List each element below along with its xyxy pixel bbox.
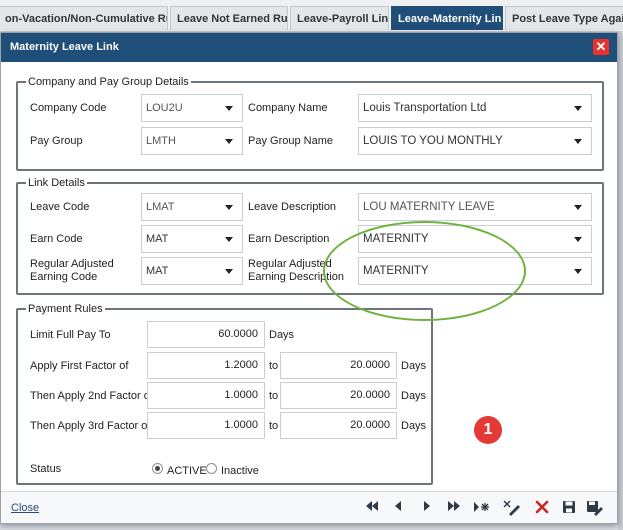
- pay-group-name-select[interactable]: LOUIS TO YOU MONTHLY: [358, 127, 592, 155]
- company-name-value: Louis Transportation Ltd: [363, 102, 487, 114]
- third-days-label: Days: [401, 420, 427, 432]
- background-panel-edge: [618, 32, 623, 530]
- status-label: Status: [30, 463, 62, 475]
- first-days-label: Days: [401, 360, 427, 372]
- earn-code-label: Earn Code: [30, 233, 83, 245]
- pay-group-select[interactable]: LMTH: [141, 127, 243, 155]
- leave-description-select[interactable]: LOU MATERNITY LEAVE: [358, 193, 592, 221]
- earn-description-label: Earn Description: [248, 233, 330, 245]
- annotation-badge: 1: [474, 416, 502, 444]
- pay-group-name-value: LOUIS TO YOU MONTHLY: [363, 135, 503, 147]
- save-edit-icon[interactable]: [585, 498, 605, 518]
- third-factor-days-input[interactable]: 20.0000: [280, 412, 397, 439]
- second-days-label: Days: [401, 390, 427, 402]
- status-inactive-radio[interactable]: [206, 463, 217, 474]
- leave-code-label: Leave Code: [30, 201, 90, 213]
- pay-group-name-label: Pay Group Name: [248, 135, 333, 147]
- limit-days-label: Days: [269, 329, 295, 341]
- company-pay-group-legend: Company and Pay Group Details: [28, 76, 189, 88]
- close-link[interactable]: Close: [11, 502, 39, 514]
- regular-adjusted-earning-code-label-line1: Regular Adjusted: [30, 258, 114, 270]
- delete-icon[interactable]: [532, 498, 552, 518]
- company-name-label: Company Name: [248, 102, 328, 114]
- regular-adjusted-earning-description-label: Regular Adjusted Earning Description: [248, 258, 344, 284]
- second-factor-days-input[interactable]: 20.0000: [280, 382, 397, 409]
- third-to-label: to: [269, 420, 279, 432]
- regular-adjusted-earning-description-label-line1: Regular Adjusted: [248, 258, 332, 270]
- clear-edit-icon[interactable]: [502, 498, 522, 518]
- tab-leave-maternity-links[interactable]: Leave-Maternity Links: [391, 6, 503, 30]
- leave-code-value: LMAT: [146, 201, 175, 213]
- link-details-legend: Link Details: [28, 177, 85, 189]
- first-factor-days-input[interactable]: 20.0000: [280, 352, 397, 379]
- save-icon[interactable]: [559, 498, 579, 518]
- chevron-down-icon: [574, 205, 582, 210]
- tab-non-vacation-rules[interactable]: on-Vacation/Non-Cumulative Rules: [0, 6, 168, 30]
- dialog-title: Maternity Leave Link: [10, 41, 119, 53]
- next-record-icon[interactable]: [417, 498, 437, 518]
- pay-group-value: LMTH: [146, 135, 176, 147]
- limit-full-pay-input[interactable]: 60.0000: [147, 321, 265, 348]
- tab-post-leave-type[interactable]: Post Leave Type Against: [505, 6, 623, 30]
- status-inactive-label[interactable]: Inactive: [221, 465, 259, 478]
- earn-description-value: MATERNITY: [363, 233, 429, 245]
- company-name-select[interactable]: Louis Transportation Ltd: [358, 94, 592, 122]
- company-code-label: Company Code: [30, 102, 107, 114]
- first-factor-label: Apply First Factor of: [30, 360, 129, 372]
- chevron-down-icon: [574, 106, 582, 111]
- leave-description-label: Leave Description: [248, 201, 337, 213]
- earn-code-select[interactable]: MAT: [141, 225, 243, 253]
- chevron-down-icon: [225, 139, 233, 144]
- chevron-down-icon: [574, 237, 582, 242]
- chevron-down-icon: [574, 269, 582, 274]
- regular-adjusted-earning-code-label-line2: Earning Code: [30, 271, 98, 283]
- pay-group-label: Pay Group: [30, 135, 83, 147]
- regular-adjusted-earning-code-select[interactable]: MAT: [141, 257, 243, 285]
- chevron-down-icon: [225, 269, 233, 274]
- tab-leave-payroll-links[interactable]: Leave-Payroll Links: [290, 6, 389, 30]
- previous-record-icon[interactable]: [388, 498, 408, 518]
- dialog-header: Maternity Leave Link ✕: [1, 33, 617, 62]
- tab-leave-not-earned-rules[interactable]: Leave Not Earned Rules: [170, 6, 288, 30]
- chevron-down-icon: [574, 139, 582, 144]
- maternity-leave-link-dialog: Maternity Leave Link ✕ Company and Pay G…: [0, 32, 618, 524]
- leave-code-select[interactable]: LMAT: [141, 193, 243, 221]
- earn-code-value: MAT: [146, 233, 169, 245]
- limit-full-pay-label: Limit Full Pay To: [30, 329, 111, 341]
- regular-adjusted-earning-code-label: Regular Adjusted Earning Code: [30, 258, 114, 284]
- last-record-icon[interactable]: [444, 498, 464, 518]
- chevron-down-icon: [225, 237, 233, 242]
- second-to-label: to: [269, 390, 279, 402]
- company-code-value: LOU2U: [146, 102, 183, 114]
- third-factor-label: Then Apply 3rd Factor of: [30, 420, 151, 432]
- second-factor-label: Then Apply 2nd Factor of: [30, 390, 153, 402]
- first-factor-input[interactable]: 1.2000: [147, 352, 265, 379]
- status-active-label[interactable]: ACTIVE: [167, 465, 207, 478]
- second-factor-input[interactable]: 1.0000: [147, 382, 265, 409]
- status-active-radio[interactable]: [152, 463, 163, 474]
- background-tab-strip: on-Vacation/Non-Cumulative Rules Leave N…: [0, 0, 623, 32]
- third-factor-input[interactable]: 1.0000: [147, 412, 265, 439]
- first-record-icon[interactable]: [362, 498, 382, 518]
- regular-adjusted-earning-description-label-line2: Earning Description: [248, 271, 344, 283]
- chevron-down-icon: [225, 106, 233, 111]
- payment-rules-legend: Payment Rules: [28, 303, 103, 315]
- first-to-label: to: [269, 360, 279, 372]
- earn-description-select[interactable]: MATERNITY: [358, 225, 592, 253]
- company-code-select[interactable]: LOU2U: [141, 94, 243, 122]
- close-icon[interactable]: ✕: [593, 39, 609, 55]
- dialog-footer-toolbar: Close: [1, 491, 617, 523]
- regular-adjusted-earning-description-value: MATERNITY: [363, 265, 429, 277]
- company-pay-group-section: Company and Pay Group Details: [16, 76, 604, 171]
- new-record-icon[interactable]: [472, 498, 492, 518]
- regular-adjusted-earning-description-select[interactable]: MATERNITY: [358, 257, 592, 285]
- leave-description-value: LOU MATERNITY LEAVE: [363, 201, 495, 213]
- regular-adjusted-earning-code-value: MAT: [146, 265, 169, 277]
- chevron-down-icon: [225, 205, 233, 210]
